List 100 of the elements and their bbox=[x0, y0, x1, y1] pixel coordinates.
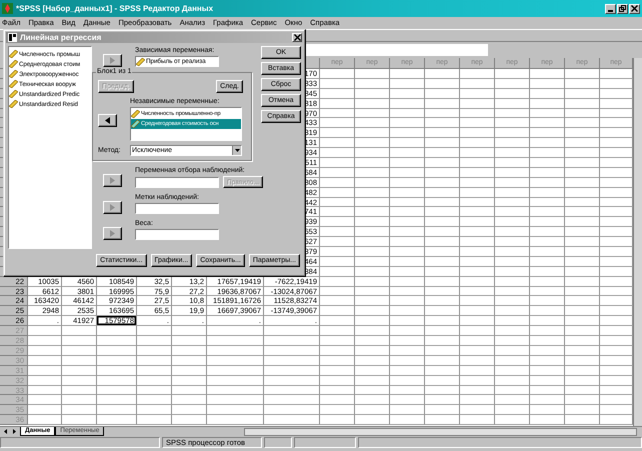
table-cell bbox=[320, 376, 355, 386]
table-cell bbox=[137, 366, 172, 376]
table-cell bbox=[320, 386, 355, 396]
table-cell bbox=[425, 247, 460, 257]
table-cell bbox=[565, 296, 600, 306]
table-cell bbox=[425, 296, 460, 306]
table-cell bbox=[320, 395, 355, 406]
table-cell bbox=[460, 237, 495, 248]
table-cell bbox=[565, 405, 600, 416]
table-cell bbox=[355, 405, 390, 416]
table-cell bbox=[495, 237, 530, 248]
table-cell bbox=[320, 326, 355, 336]
input-field[interactable] bbox=[135, 229, 219, 240]
table-cell bbox=[495, 138, 530, 148]
table-cell bbox=[425, 148, 460, 158]
table-cell bbox=[355, 78, 390, 89]
table-cell bbox=[137, 405, 172, 416]
table-cell bbox=[530, 395, 565, 406]
table-cell bbox=[320, 78, 355, 89]
table-cell bbox=[320, 148, 355, 158]
table-cell bbox=[565, 237, 600, 248]
input-field[interactable] bbox=[135, 176, 219, 188]
table-cell bbox=[62, 415, 97, 426]
table-cell bbox=[425, 356, 460, 366]
table-cell bbox=[565, 128, 600, 138]
table-cell bbox=[355, 296, 390, 306]
table-cell bbox=[390, 405, 425, 416]
table-cell bbox=[97, 376, 137, 386]
table-cell bbox=[320, 158, 355, 168]
table-cell bbox=[425, 316, 460, 326]
vertical-scrollbar[interactable] bbox=[633, 58, 642, 426]
minimize-button[interactable] bbox=[605, 4, 616, 14]
table-cell bbox=[495, 128, 530, 138]
table-cell bbox=[390, 326, 425, 336]
table-cell bbox=[495, 78, 530, 89]
table-cell bbox=[62, 366, 97, 376]
table-cell bbox=[460, 326, 495, 336]
table-cell bbox=[565, 88, 600, 99]
table-cell bbox=[355, 415, 390, 426]
table-cell bbox=[495, 306, 530, 316]
table-cell bbox=[530, 168, 565, 178]
table-cell bbox=[460, 395, 495, 406]
table-cell bbox=[530, 108, 565, 118]
table-cell bbox=[390, 366, 425, 376]
table-cell bbox=[460, 108, 495, 118]
table-cell bbox=[390, 247, 425, 257]
input-field[interactable] bbox=[135, 203, 219, 214]
table-cell bbox=[425, 326, 460, 336]
table-cell bbox=[425, 158, 460, 168]
cell-value-field[interactable] bbox=[306, 44, 488, 56]
table-cell bbox=[28, 326, 62, 336]
close-button[interactable] bbox=[292, 33, 302, 42]
table-cell bbox=[495, 296, 530, 306]
table-cell bbox=[355, 326, 390, 336]
table-cell bbox=[565, 376, 600, 386]
table-cell bbox=[207, 386, 264, 396]
table-cell bbox=[62, 336, 97, 346]
table-cell bbox=[355, 178, 390, 188]
scroll-arrows-icon[interactable] bbox=[2, 428, 18, 435]
table-cell bbox=[320, 188, 355, 198]
table-cell bbox=[355, 306, 390, 316]
table-cell bbox=[530, 118, 565, 128]
table-cell bbox=[97, 336, 137, 346]
table-cell bbox=[390, 266, 425, 277]
table-cell bbox=[460, 346, 495, 356]
status-panel bbox=[264, 437, 292, 448]
table-cell bbox=[565, 108, 600, 118]
move-arrow-button[interactable] bbox=[98, 114, 117, 127]
table-cell bbox=[425, 336, 460, 346]
table-cell bbox=[390, 138, 425, 148]
table-cell bbox=[355, 217, 390, 228]
table-cell bbox=[264, 356, 320, 366]
table-cell bbox=[460, 217, 495, 228]
table-cell bbox=[320, 198, 355, 208]
table-cell bbox=[460, 386, 495, 396]
table-cell bbox=[207, 366, 264, 376]
table-cell bbox=[320, 118, 355, 128]
table-cell bbox=[137, 376, 172, 386]
table-cell bbox=[425, 178, 460, 188]
dropdown-button[interactable] bbox=[232, 146, 241, 155]
table-cell bbox=[565, 306, 600, 316]
table-cell bbox=[495, 158, 530, 168]
table-cell bbox=[565, 98, 600, 109]
table-cell bbox=[495, 217, 530, 228]
horizontal-scrollbar[interactable] bbox=[244, 428, 638, 436]
table-cell bbox=[530, 217, 565, 228]
table-cell bbox=[495, 386, 530, 396]
table-cell bbox=[355, 366, 390, 376]
table-cell bbox=[565, 247, 600, 257]
table-cell bbox=[425, 266, 460, 277]
table-cell bbox=[355, 69, 390, 79]
table-cell bbox=[320, 266, 355, 277]
table-cell bbox=[495, 247, 530, 257]
table-cell bbox=[28, 405, 62, 416]
table-cell bbox=[425, 198, 460, 208]
table-cell bbox=[495, 207, 530, 218]
table-cell bbox=[530, 356, 565, 366]
table-cell bbox=[390, 286, 425, 296]
table-cell bbox=[264, 405, 320, 416]
restore-button[interactable] bbox=[617, 4, 628, 14]
